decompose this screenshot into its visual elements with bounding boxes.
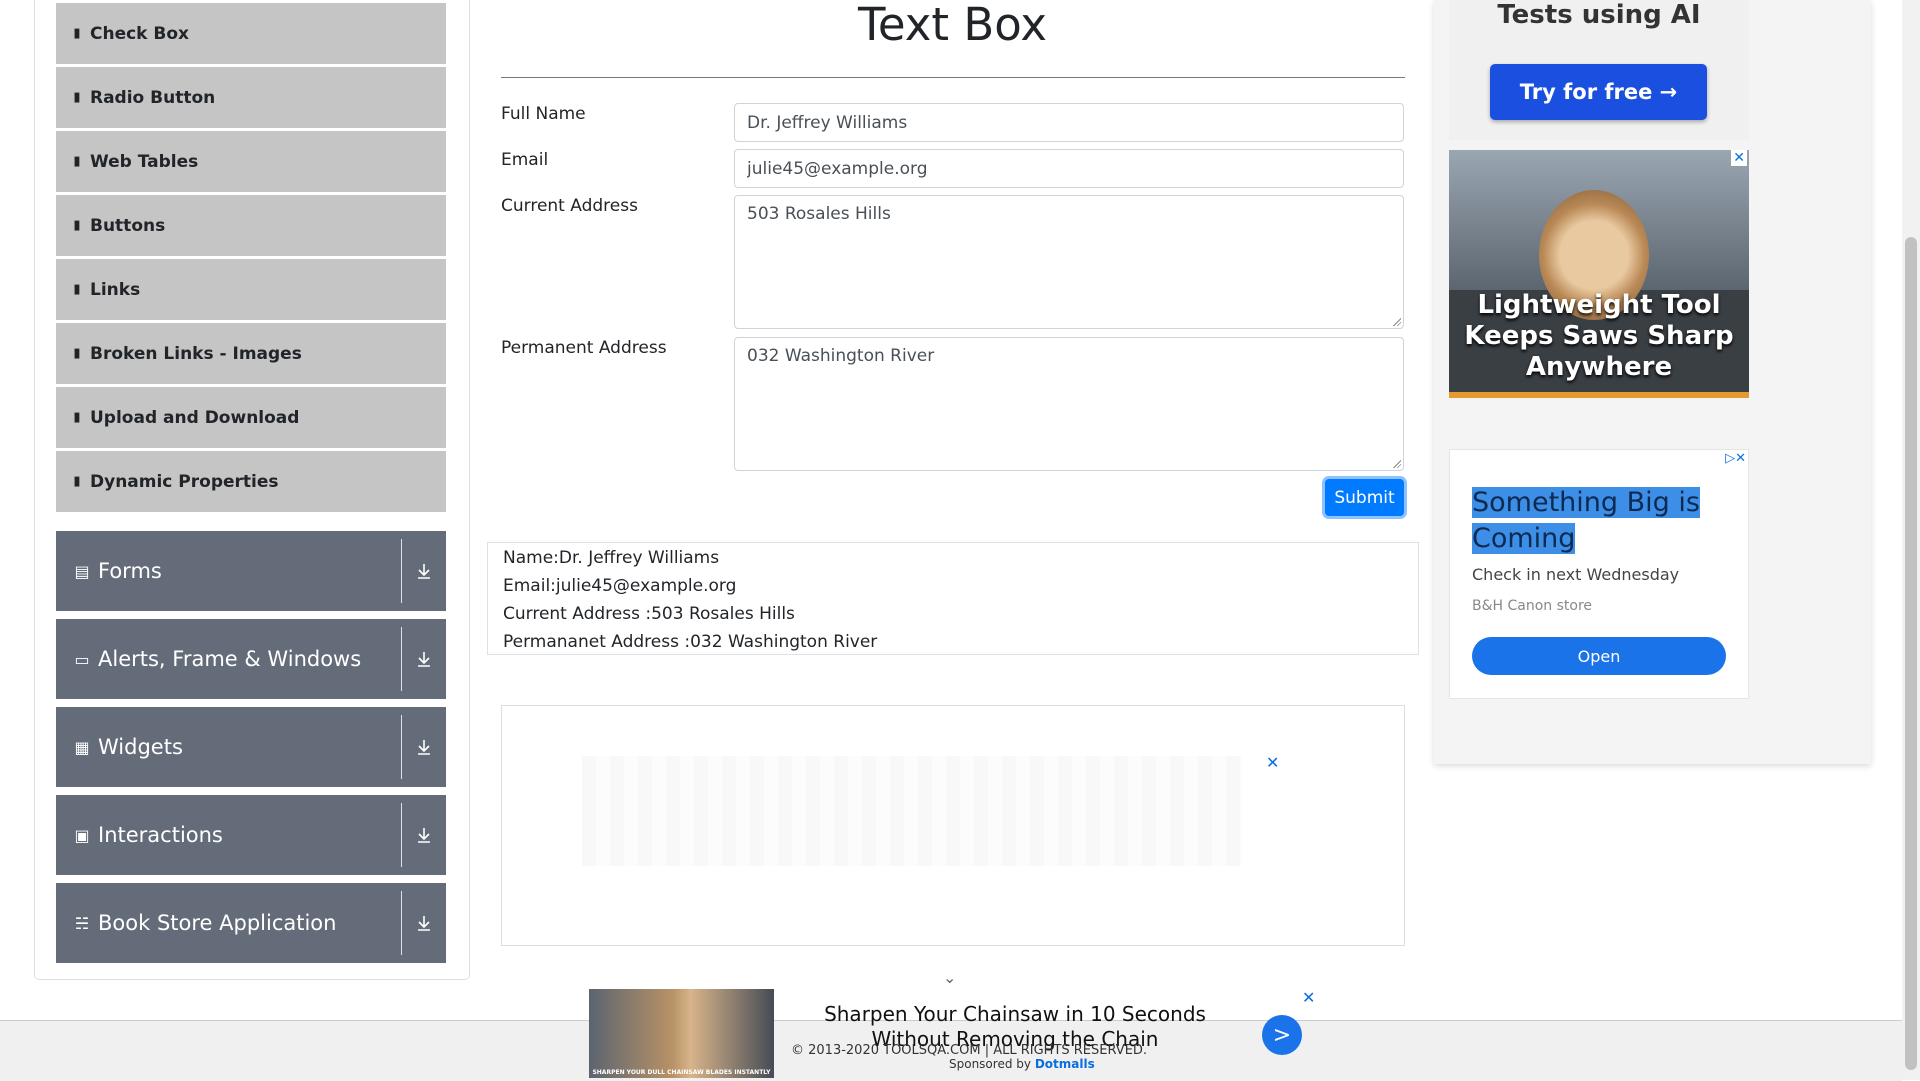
output-current-address: Current Address :503 Rosales Hills bbox=[503, 604, 795, 624]
ad-headline: Something Big is Coming bbox=[1472, 487, 1700, 554]
sidebar-item-broken-links[interactable]: ▮ Broken Links - Images bbox=[56, 323, 446, 384]
sidebar-item-radio-button[interactable]: ▮ Radio Button bbox=[56, 67, 446, 128]
sidebar-item-links[interactable]: ▮ Links bbox=[56, 259, 446, 320]
sidebar-group-alerts[interactable]: ▭ Alerts, Frame & Windows bbox=[56, 619, 446, 699]
full-name-label: Full Name bbox=[501, 104, 586, 124]
ad-caption: Lightweight Tool Keeps Saws Sharp Anywhe… bbox=[1464, 290, 1734, 382]
try-free-button[interactable]: Try for free → bbox=[1490, 64, 1707, 120]
resize-handle[interactable] bbox=[1393, 460, 1401, 468]
permanent-address-textarea[interactable]: 032 Washington River bbox=[734, 337, 1404, 471]
output-email: Email:julie45@example.org bbox=[503, 576, 737, 596]
divider bbox=[401, 539, 402, 603]
open-button[interactable]: Open bbox=[1472, 637, 1726, 675]
adchoices-icon[interactable]: ▷✕ bbox=[1725, 451, 1746, 466]
ad-subtext: Check in next Wednesday bbox=[1472, 565, 1680, 584]
email-input[interactable] bbox=[734, 149, 1404, 188]
divider bbox=[401, 715, 402, 779]
permanent-address-label: Permanent Address bbox=[501, 338, 667, 358]
sidebar-group-book-store[interactable]: ☵ Book Store Application bbox=[56, 883, 446, 963]
download-arrow-icon[interactable] bbox=[412, 619, 436, 699]
sticky-ad-image-caption: SHARPEN YOUR DULL CHAINSAW BLADES INSTAN… bbox=[592, 1069, 771, 1076]
sidebar-item-label: Broken Links - Images bbox=[90, 343, 302, 364]
resize-handle[interactable] bbox=[1393, 318, 1401, 326]
current-address-label: Current Address bbox=[501, 196, 638, 216]
sponsor-link[interactable]: Dotmalls bbox=[1035, 1057, 1095, 1071]
sidebar-group-widgets[interactable]: ▦ Widgets bbox=[56, 707, 446, 787]
full-name-input[interactable] bbox=[734, 103, 1404, 142]
sidebar-group-label: Interactions bbox=[98, 823, 223, 847]
sidebar-group-label: Book Store Application bbox=[98, 911, 337, 935]
sidebar-item-label: Buttons bbox=[90, 215, 166, 236]
interactions-icon: ▣ bbox=[74, 825, 90, 845]
sidebar-item-buttons[interactable]: ▮ Buttons bbox=[56, 195, 446, 256]
output-name: Name:Dr. Jeffrey Williams bbox=[503, 548, 720, 568]
sidebar-group-label: Alerts, Frame & Windows bbox=[98, 647, 362, 671]
title-divider bbox=[501, 77, 1405, 78]
document-icon: ▮ bbox=[73, 474, 81, 489]
window-icon: ▭ bbox=[74, 649, 90, 669]
output-permanent-address: Permananet Address :032 Washington River bbox=[503, 632, 878, 652]
form-icon: ▤ bbox=[74, 561, 90, 581]
sidebar-item-dynamic-properties[interactable]: ▮ Dynamic Properties bbox=[56, 451, 446, 512]
sidebar-item-label: Upload and Download bbox=[90, 407, 300, 428]
email-label: Email bbox=[501, 150, 549, 170]
close-icon[interactable]: ✕ bbox=[1266, 753, 1279, 772]
document-icon: ▮ bbox=[73, 346, 81, 361]
scrollbar[interactable] bbox=[1902, 0, 1920, 1080]
close-icon[interactable]: ✕ bbox=[1302, 988, 1315, 1007]
download-arrow-icon[interactable] bbox=[412, 795, 436, 875]
ad-stripe bbox=[1449, 392, 1749, 398]
ad-banner-center: ✕ bbox=[501, 705, 1405, 946]
document-icon: ▮ bbox=[73, 282, 81, 297]
permanent-address-value: 032 Washington River bbox=[747, 346, 935, 366]
widgets-icon: ▦ bbox=[74, 737, 90, 757]
sidebar-item-label: Web Tables bbox=[90, 151, 199, 172]
page-title: Text Box bbox=[858, 0, 1047, 51]
ad-store-name: B&H Canon store bbox=[1472, 598, 1593, 614]
ad-ai-tests[interactable]: Tests using AI Try for free → bbox=[1449, 0, 1749, 140]
sidebar-item-label: Dynamic Properties bbox=[90, 471, 279, 492]
sponsored-by-label: Sponsored by bbox=[949, 1057, 1031, 1071]
sidebar-group-label: Forms bbox=[98, 559, 162, 583]
output-panel: Name:Dr. Jeffrey Williams Email:julie45@… bbox=[487, 542, 1419, 655]
sidebar-group-label: Widgets bbox=[98, 735, 183, 759]
sidebar-item-web-tables[interactable]: ▮ Web Tables bbox=[56, 131, 446, 192]
divider bbox=[401, 627, 402, 691]
ad-canon[interactable]: ▷✕ Something Big is Coming Check in next… bbox=[1449, 449, 1749, 699]
sidebar-group-forms[interactable]: ▤ Forms bbox=[56, 531, 446, 611]
chevron-down-icon[interactable]: ⌄ bbox=[943, 968, 956, 987]
download-arrow-icon[interactable] bbox=[412, 883, 436, 963]
current-address-textarea[interactable]: 503 Rosales Hills bbox=[734, 195, 1404, 329]
sidebar-item-check-box[interactable]: ▮ Check Box bbox=[56, 3, 446, 64]
ad-headline: Tests using AI bbox=[1497, 0, 1701, 30]
submit-button[interactable]: Submit bbox=[1325, 479, 1404, 516]
sponsor-line: Sponsored by Dotmalls bbox=[949, 1057, 1095, 1071]
download-arrow-icon[interactable] bbox=[412, 707, 436, 787]
document-icon: ▮ bbox=[73, 154, 81, 169]
sticky-ad-image[interactable]: SHARPEN YOUR DULL CHAINSAW BLADES INSTAN… bbox=[589, 989, 774, 1078]
sidebar-item-upload-download[interactable]: ▮ Upload and Download bbox=[56, 387, 446, 448]
sidebar-item-label: Links bbox=[90, 279, 141, 300]
sidebar-group-interactions[interactable]: ▣ Interactions bbox=[56, 795, 446, 875]
footer-copyright: © 2013-2020 TOOLSQA.COM | ALL RIGHTS RES… bbox=[791, 1043, 1148, 1058]
sidebar-item-label: Radio Button bbox=[90, 87, 216, 108]
current-address-value: 503 Rosales Hills bbox=[747, 204, 891, 224]
download-arrow-icon[interactable] bbox=[412, 531, 436, 611]
books-icon: ☵ bbox=[74, 913, 90, 933]
document-icon: ▮ bbox=[73, 90, 81, 105]
sticky-ad-go-button[interactable]: > bbox=[1262, 1015, 1302, 1055]
scrollbar-thumb[interactable] bbox=[1905, 237, 1917, 1070]
close-icon[interactable]: ✕ bbox=[1731, 150, 1747, 166]
document-icon: ▮ bbox=[73, 410, 81, 425]
divider bbox=[401, 891, 402, 955]
document-icon: ▮ bbox=[73, 218, 81, 233]
sidebar-item-label: Check Box bbox=[90, 23, 190, 44]
divider bbox=[401, 803, 402, 867]
ad-placeholder bbox=[582, 756, 1242, 866]
document-icon: ▮ bbox=[73, 26, 81, 41]
ad-saw-tool[interactable]: Lightweight Tool Keeps Saws Sharp Anywhe… bbox=[1449, 150, 1749, 398]
